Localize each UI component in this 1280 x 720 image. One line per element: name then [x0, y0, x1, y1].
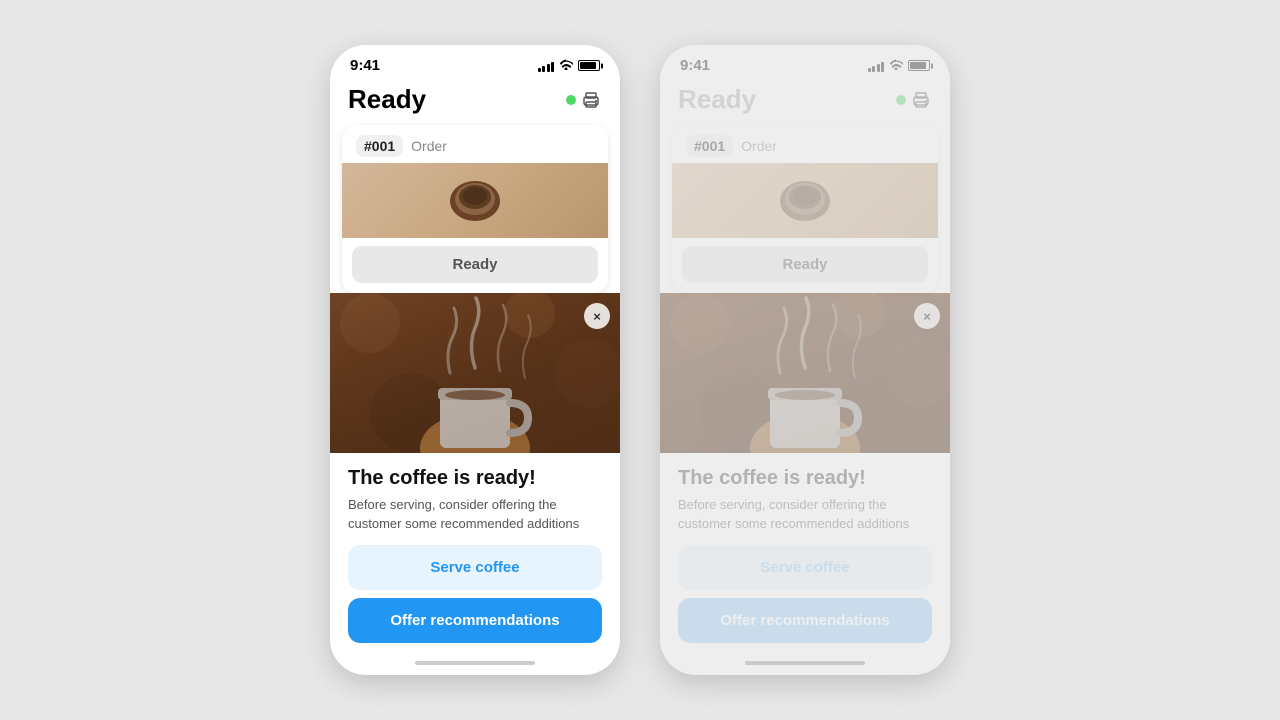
signal-icon — [538, 60, 555, 72]
status-time: 9:41 — [350, 57, 380, 74]
offer-recommendations-button-2: Offer recommendations — [678, 598, 932, 643]
notification-section: The coffee is ready! Before serving, con… — [330, 453, 620, 652]
phone-dimmed: 9:41 Ready — [660, 45, 950, 674]
home-indicator-2 — [745, 661, 865, 665]
coffee-hero-image-2: × — [660, 293, 950, 453]
offer-recommendations-button[interactable]: Offer recommendations — [348, 598, 602, 643]
ready-status-button-2: Ready — [682, 246, 928, 283]
order-card-2: #001 Order Ready — [672, 125, 938, 293]
order-number-2: #001 — [686, 135, 733, 157]
status-time-2: 9:41 — [680, 57, 710, 74]
ready-status-button[interactable]: Ready — [352, 246, 598, 283]
wifi-icon-2 — [889, 59, 903, 73]
page-title-2: Ready — [678, 84, 756, 115]
printer-icon-2 — [910, 89, 932, 111]
status-bar-2: 9:41 — [660, 45, 950, 80]
status-dot — [566, 95, 576, 105]
notification-section-2: The coffee is ready! Before serving, con… — [660, 453, 950, 652]
header-actions — [566, 89, 602, 111]
status-icons-2 — [868, 59, 931, 73]
order-header-2: #001 Order — [672, 125, 938, 163]
home-indicator — [415, 661, 535, 665]
signal-icon-2 — [868, 60, 885, 72]
coffee-hero-image: × — [330, 293, 620, 453]
header: Ready — [330, 80, 620, 125]
order-card: #001 Order Ready — [342, 125, 608, 293]
order-image-2 — [672, 163, 938, 238]
wifi-icon — [559, 59, 573, 73]
order-image — [342, 163, 608, 238]
serve-coffee-button-2: Serve coffee — [678, 545, 932, 590]
page-title: Ready — [348, 84, 426, 115]
notification-title: The coffee is ready! — [348, 467, 602, 490]
serve-coffee-button[interactable]: Serve coffee — [348, 545, 602, 590]
header-actions-2 — [896, 89, 932, 111]
header-2: Ready — [660, 80, 950, 125]
battery-icon-2 — [908, 60, 930, 71]
order-label-2: Order — [741, 138, 777, 154]
notification-body-2: Before serving, consider offering the cu… — [678, 496, 932, 532]
phone-active: 9:41 Ready — [330, 45, 620, 674]
battery-icon — [578, 60, 600, 71]
order-number: #001 — [356, 135, 403, 157]
status-dot-2 — [896, 95, 906, 105]
notification-body: Before serving, consider offering the cu… — [348, 496, 602, 532]
printer-icon[interactable] — [580, 89, 602, 111]
phones-container: 9:41 Ready — [330, 45, 950, 674]
notification-title-2: The coffee is ready! — [678, 467, 932, 490]
order-header: #001 Order — [342, 125, 608, 163]
status-icons — [538, 59, 601, 73]
order-label: Order — [411, 138, 447, 154]
status-bar: 9:41 — [330, 45, 620, 80]
